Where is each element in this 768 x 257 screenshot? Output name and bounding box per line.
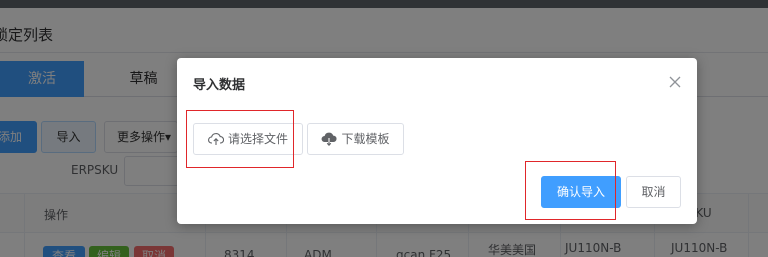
highlight-box-confirm (525, 161, 616, 220)
cancel-button[interactable]: 取消 (626, 176, 681, 208)
close-icon[interactable] (667, 74, 683, 90)
dialog-title: 导入数据 (193, 78, 246, 93)
download-template-label: 下载模板 (341, 132, 390, 146)
top-bar (0, 0, 768, 8)
download-template-button[interactable]: 下载模板 (307, 123, 404, 155)
cloud-download-icon (322, 132, 338, 147)
highlight-box-choose-file (186, 110, 294, 168)
